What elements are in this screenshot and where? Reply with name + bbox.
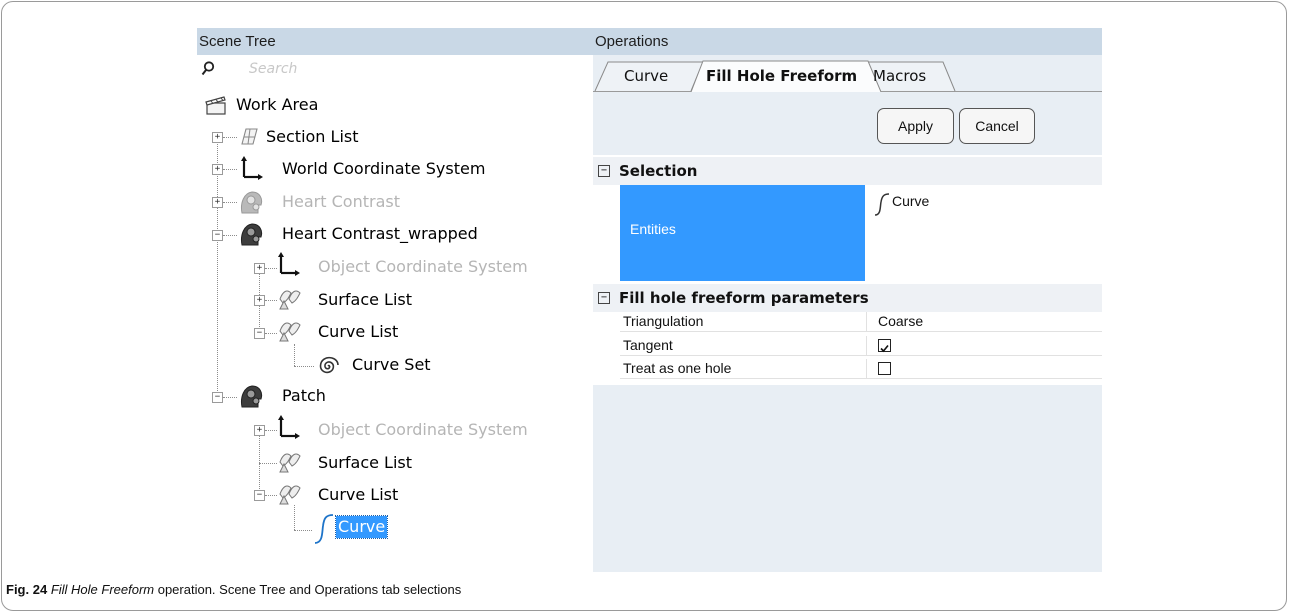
prop-row-triangulation[interactable]: Triangulation Coarse: [620, 312, 1102, 332]
prop-separator: [866, 336, 867, 355]
tree-item-label: Patch: [282, 386, 326, 405]
tree-line: [223, 137, 237, 138]
mesh-object-icon: [241, 191, 263, 214]
tree-line: [294, 505, 295, 530]
tree-item-label: Section List: [266, 127, 359, 146]
expand-plus-icon[interactable]: +: [212, 132, 223, 143]
tree-line: [265, 495, 277, 496]
spiral-icon: [319, 356, 339, 374]
search-row: [197, 56, 593, 82]
scene-tree-header: Scene Tree: [197, 28, 593, 55]
tangent-checkbox[interactable]: [878, 339, 891, 353]
mesh-object-icon: [241, 385, 263, 408]
tree-line: [223, 169, 237, 170]
tab-curve[interactable]: Curve: [624, 62, 668, 90]
tree-line: [223, 235, 237, 236]
tree-item-label: Heart Contrast_wrapped: [282, 224, 478, 243]
tree-line: [223, 202, 237, 203]
tree-line: [294, 366, 314, 367]
expand-plus-icon[interactable]: +: [212, 164, 223, 175]
tree-item-label: Curve List: [318, 322, 399, 341]
tab-fill-hole-freeform[interactable]: Fill Hole Freeform: [706, 62, 857, 90]
collapse-minus-icon[interactable]: −: [254, 490, 265, 501]
figure-number: Fig. 24: [6, 582, 48, 597]
tree-item-label: Object Coordinate System: [318, 420, 528, 439]
category-selection[interactable]: − Selection: [593, 157, 1102, 185]
section-icon: [241, 128, 258, 145]
figure-caption-text: operation. Scene Tree and Operations tab…: [154, 582, 462, 597]
expand-plus-icon[interactable]: +: [254, 295, 265, 306]
clapperboard-icon: [205, 96, 226, 115]
checkmark-icon: [880, 344, 889, 353]
prop-row-treat-as-one-hole[interactable]: Treat as one hole: [620, 359, 1102, 379]
entities-value-cell[interactable]: Curve: [865, 185, 1102, 281]
tree-item-label: Object Coordinate System: [318, 257, 528, 276]
tree-line: [217, 138, 218, 397]
prop-name: Treat as one hole: [623, 360, 732, 376]
entities-value: Curve: [892, 193, 930, 209]
tree-item-label: Work Area: [236, 95, 319, 114]
tab-macros[interactable]: Macros: [873, 62, 926, 90]
axes-icon: [241, 156, 263, 180]
category-label: Fill hole freeform parameters: [619, 289, 869, 307]
expand-plus-icon[interactable]: +: [254, 263, 265, 274]
tree-item-label: World Coordinate System: [282, 159, 486, 178]
tree-item-label: Curve Set: [352, 355, 431, 374]
mesh-object-icon: [241, 223, 263, 246]
category-label: Selection: [619, 162, 698, 180]
apply-button[interactable]: Apply: [877, 108, 954, 144]
figure-title: Fill Hole Freeform: [50, 582, 155, 597]
tree-item-label: Heart Contrast: [282, 192, 400, 211]
tree-line: [223, 397, 237, 398]
axes-icon: [278, 252, 300, 276]
entities-row-selected[interactable]: Entities: [620, 185, 865, 281]
tree-item-label-selected: Curve: [334, 515, 389, 539]
collapse-minus-icon[interactable]: −: [212, 230, 223, 241]
entities-label: Entities: [630, 221, 676, 237]
tree-line: [259, 463, 277, 464]
prop-name: Triangulation: [623, 313, 704, 329]
figure-caption: Fig. 24 Fill Hole Freeform operation. Sc…: [6, 582, 461, 597]
tree-item-label: Curve List: [318, 485, 399, 504]
search-input[interactable]: [249, 58, 579, 80]
tree-item-label: Surface List: [318, 290, 413, 309]
prop-separator: [866, 312, 867, 331]
axes-icon: [278, 415, 300, 439]
cancel-button[interactable]: Cancel: [959, 108, 1035, 144]
prop-row-tangent[interactable]: Tangent: [620, 336, 1102, 356]
prop-separator: [866, 359, 867, 378]
curve-list-icon: [279, 322, 301, 342]
tree-item-label: Surface List: [318, 453, 413, 472]
tree-line: [265, 333, 277, 334]
collapse-minus-icon[interactable]: −: [598, 292, 610, 304]
treat-as-one-hole-checkbox[interactable]: [878, 362, 891, 375]
surface-list-icon: [279, 290, 301, 310]
curve-icon: [314, 514, 334, 544]
category-fill-hole-params[interactable]: − Fill hole freeform parameters: [593, 284, 1102, 312]
triangulation-select[interactable]: Coarse: [878, 312, 923, 331]
tree-line: [294, 344, 295, 366]
curve-icon: [874, 193, 890, 216]
collapse-minus-icon[interactable]: −: [254, 328, 265, 339]
expand-plus-icon[interactable]: +: [254, 425, 265, 436]
search-icon[interactable]: [201, 61, 215, 77]
collapse-minus-icon[interactable]: −: [212, 392, 223, 403]
collapse-minus-icon[interactable]: −: [598, 165, 610, 177]
curve-list-icon: [279, 485, 301, 505]
surface-list-icon: [279, 453, 301, 473]
expand-plus-icon[interactable]: +: [212, 197, 223, 208]
tree-line: [265, 300, 277, 301]
prop-name: Tangent: [623, 337, 673, 353]
tree-line: [294, 530, 312, 531]
operations-header: Operations: [593, 28, 1102, 55]
